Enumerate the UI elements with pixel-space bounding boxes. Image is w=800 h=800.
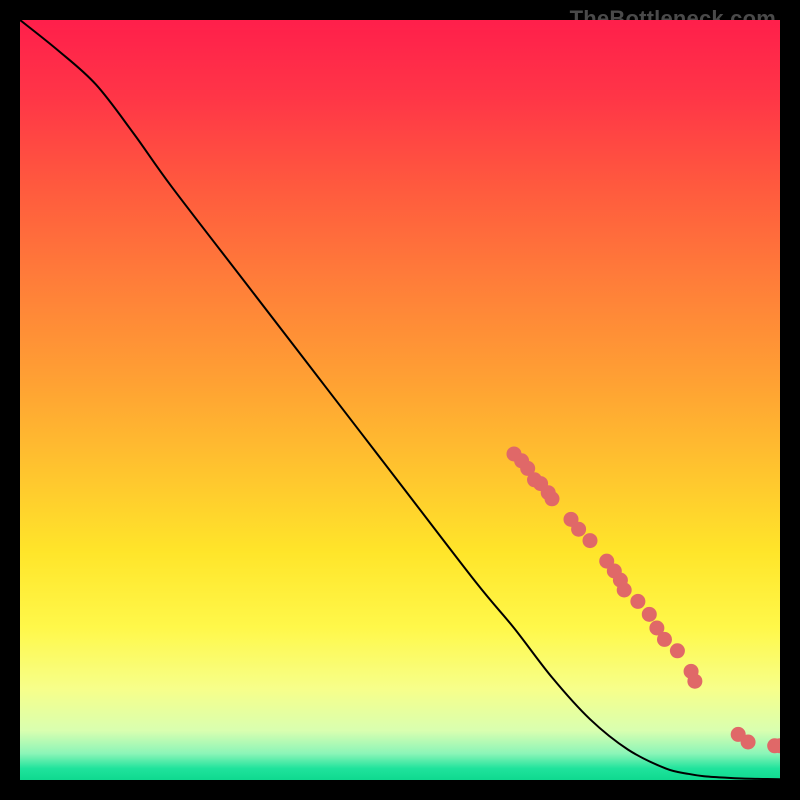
data-point xyxy=(617,583,632,598)
data-point xyxy=(630,594,645,609)
data-point xyxy=(670,643,685,658)
chart-frame: TheBottleneck.com xyxy=(0,0,800,800)
data-point xyxy=(657,632,672,647)
data-point xyxy=(545,491,560,506)
data-point xyxy=(642,607,657,622)
data-point xyxy=(687,674,702,689)
chart-plot xyxy=(20,20,780,780)
data-point xyxy=(741,735,756,750)
data-point xyxy=(583,533,598,548)
data-point xyxy=(571,522,586,537)
